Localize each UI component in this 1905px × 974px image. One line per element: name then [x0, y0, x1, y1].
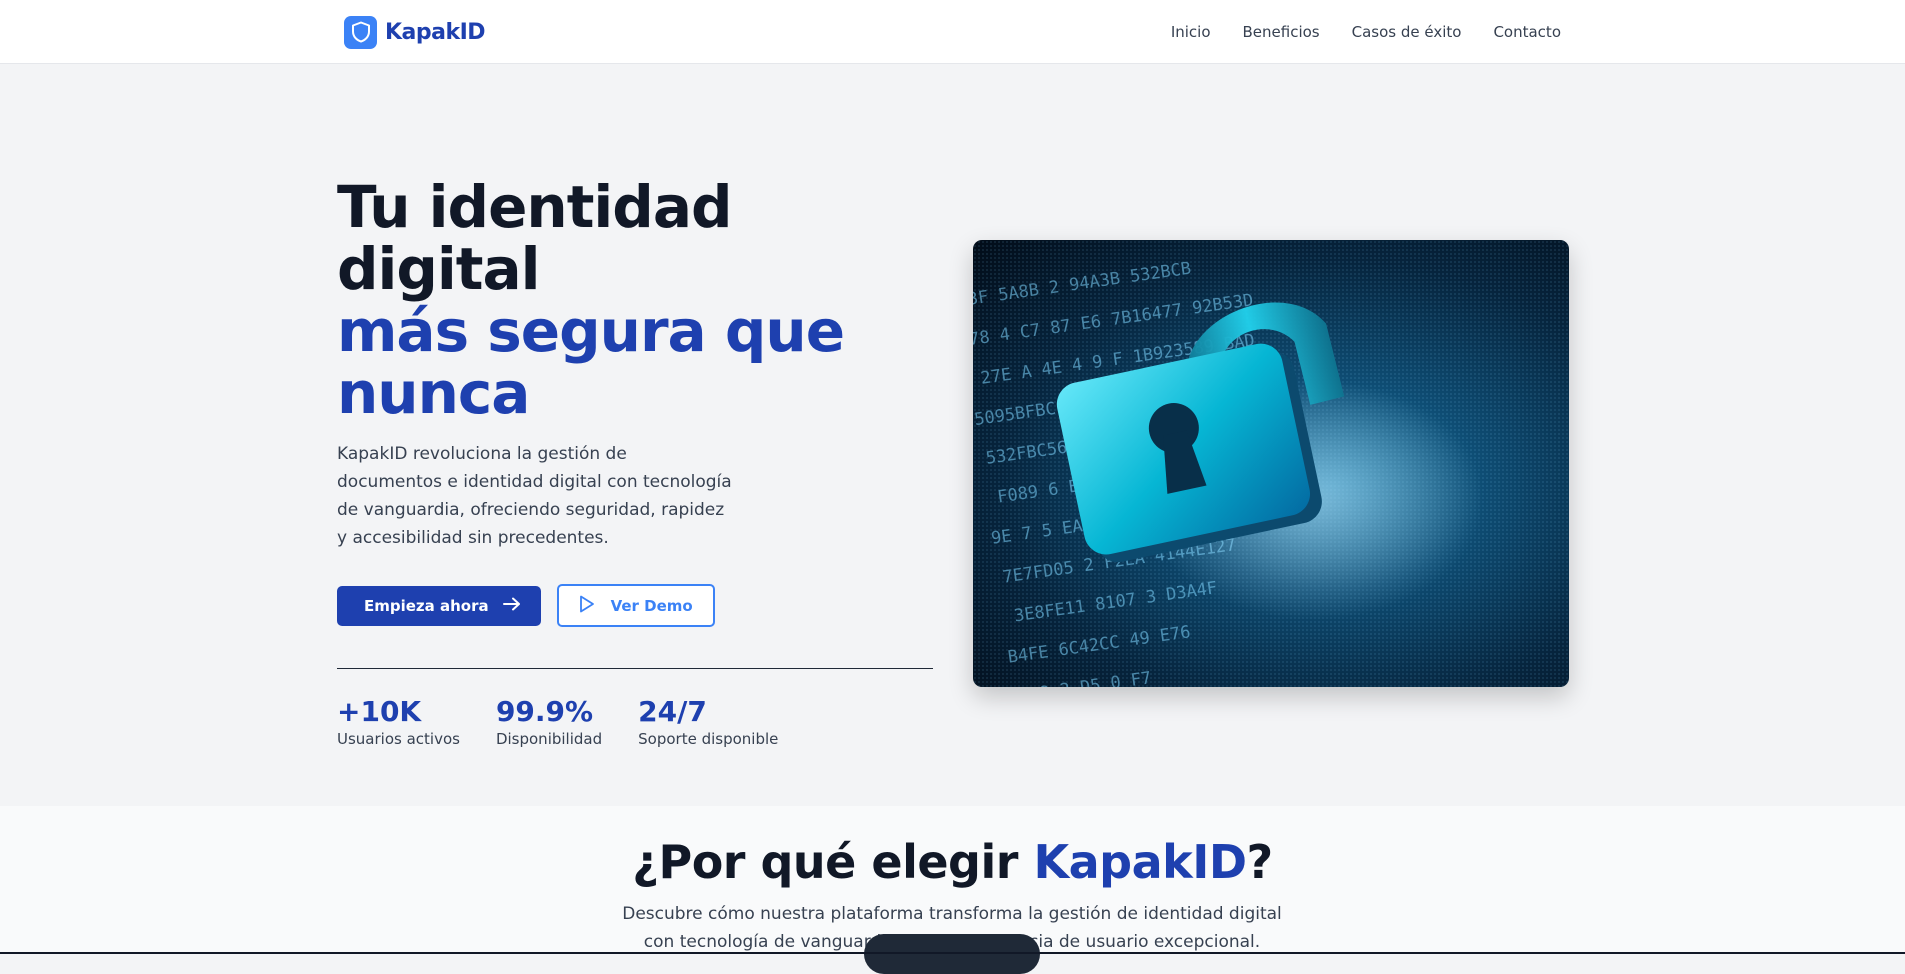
nav-link-casos-de-exito[interactable]: Casos de éxito: [1352, 23, 1462, 41]
nav-link-inicio[interactable]: Inicio: [1171, 23, 1211, 41]
why-title-suffix: ?: [1246, 835, 1274, 889]
stat-label: Soporte disponible: [638, 730, 779, 748]
view-demo-button[interactable]: Ver Demo: [556, 584, 715, 627]
stat-value: +10K: [337, 695, 422, 728]
stat-users: +10K Usuarios activos: [337, 696, 460, 749]
hero-description: KapakID revoluciona la gestión de docume…: [337, 444, 732, 548]
stat-label: Disponibilidad: [495, 730, 603, 748]
why-title-prefix: ¿Por qué elegir: [632, 835, 1034, 889]
nav-link-contacto[interactable]: Contacto: [1493, 23, 1561, 41]
hero-title-line-2: más segura que: [337, 297, 845, 365]
hero-content: Tu identidad digital más segura que nunc…: [337, 176, 933, 749]
why-section: ¿Por qué elegir KapakID? Descubre cómo n…: [0, 806, 1905, 954]
arrow-right-icon: [502, 597, 521, 615]
why-title: ¿Por qué elegir KapakID?: [0, 834, 1905, 890]
hero-title-line-3: nunca: [337, 359, 530, 427]
floating-toolbar[interactable]: [864, 934, 1040, 974]
stat-value: 24/7: [638, 695, 707, 728]
stat-value: 99.9%: [495, 695, 594, 728]
shield-icon: [344, 15, 377, 49]
nav-link-beneficios[interactable]: Beneficios: [1243, 23, 1320, 41]
hero-title-line-1: Tu identidad digital: [337, 173, 732, 303]
play-icon: [579, 595, 595, 617]
stat-support: 24/7 Soporte disponible: [638, 696, 778, 749]
brand-name: KapakID: [385, 19, 486, 45]
get-started-button[interactable]: Empieza ahora: [337, 585, 541, 626]
hero-image-padlock: A3F 5A8B 2 94A3B 532BCB 78 4 C7 87 E6 7B1…: [973, 240, 1569, 687]
why-title-brand: KapakID: [1033, 835, 1247, 889]
main-nav: Inicio Beneficios Casos de éxito Contact…: [1171, 0, 1561, 64]
hero-section: Tu identidad digital más segura que nunc…: [0, 64, 1905, 806]
brand-logo-link[interactable]: KapakID: [344, 15, 486, 49]
stats-row: +10K Usuarios activos 99.9% Disponibilid…: [337, 696, 933, 749]
stat-availability: 99.9% Disponibilidad: [496, 696, 602, 749]
get-started-label: Empieza ahora: [364, 596, 489, 615]
stat-label: Usuarios activos: [337, 730, 460, 748]
view-demo-label: Ver Demo: [610, 596, 693, 615]
navbar: KapakID Inicio Beneficios Casos de éxito…: [0, 0, 1905, 64]
hero-title: Tu identidad digital más segura que nunc…: [337, 176, 933, 424]
padlock-illustration: A3F 5A8B 2 94A3B 532BCB78 4 C7 87 E6 7B1…: [973, 240, 1569, 687]
hero-buttons: Empieza ahora Ver Demo: [337, 584, 933, 627]
stats-divider: [337, 668, 933, 669]
